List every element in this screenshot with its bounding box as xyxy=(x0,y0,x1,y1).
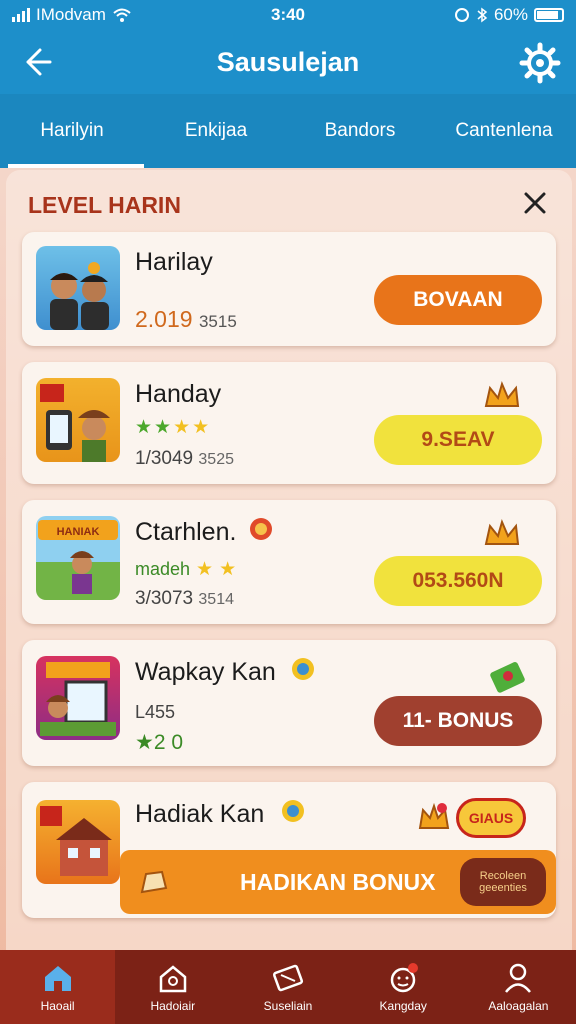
profile-icon xyxy=(505,963,532,993)
tab-harilyin[interactable]: Harilyin xyxy=(0,94,144,168)
star-icon: ★ xyxy=(192,417,210,438)
clock: 3:40 xyxy=(270,5,306,24)
level-card[interactable]: Handay ★ ★ ★ ★ 1/3049 3525 9.SEAV xyxy=(22,362,556,484)
card-rating: ★2 0 xyxy=(135,731,184,754)
nav-label: Aaloagalan xyxy=(488,999,549,1013)
bonus-button[interactable]: 11- BONUS xyxy=(374,696,542,746)
card-extra: 3525 xyxy=(198,451,234,468)
nav-item-kangday[interactable]: Kangday xyxy=(346,950,461,1024)
crown-icon xyxy=(484,381,520,407)
back-arrow-icon[interactable] xyxy=(18,44,54,80)
banner-label: HADIKAN BONUX xyxy=(240,868,436,895)
bell-face-icon xyxy=(390,963,419,993)
character-thumbnail xyxy=(36,246,120,330)
crown-icon xyxy=(484,519,520,545)
card-tag: madeh xyxy=(135,559,191,579)
card-extra: 3515 xyxy=(198,312,237,331)
action-button[interactable]: 053.560N xyxy=(374,556,542,606)
svg-text:HANIAK: HANIAK xyxy=(57,526,100,538)
status-left: IModvam xyxy=(12,5,132,25)
coin-icon xyxy=(250,518,272,540)
character-thumbnail: HANIAK xyxy=(36,516,120,600)
status-right: 60% xyxy=(454,5,564,25)
bottom-nav: Haoail Hadoiair Suseliain Kangday Aaloag… xyxy=(0,950,576,1024)
mini-panel-label: Recoleen geeenties xyxy=(479,870,527,894)
level-card[interactable]: HANIAK Ctarhlen. madeh ★ ★ 3/3073 3514 0… xyxy=(22,500,556,624)
level-card[interactable]: Harilay 2.019 3515 BOVAAN xyxy=(22,232,556,346)
star-icon: ★ xyxy=(196,559,214,580)
card-tag-row: madeh ★ ★ xyxy=(135,558,236,581)
level-card[interactable]: Wapkay Kan L455 ★2 0 11- BONUS xyxy=(22,640,556,766)
page-title: Sausulejan xyxy=(216,46,360,77)
bonus-banner[interactable]: HADIKAN BONUX Recoleen geeenties xyxy=(120,850,556,914)
nav-item-aaloagalan[interactable]: Aaloagalan xyxy=(461,950,576,1024)
character-thumbnail xyxy=(36,656,120,740)
action-button[interactable]: 9.SEAV xyxy=(374,415,542,465)
alarm-icon xyxy=(454,8,469,22)
card-title: Handay xyxy=(135,380,222,408)
card-tag: L455 xyxy=(135,702,176,722)
character-thumbnail xyxy=(36,378,120,462)
app-header: Sausulejan xyxy=(0,30,576,94)
tab-bar: Harilyin Enkijaa Bandors Cantenlena xyxy=(0,94,576,168)
bonus-badge-label: GIAUS xyxy=(468,810,514,826)
nav-item-hadoiair[interactable]: Hadoiair xyxy=(115,950,230,1024)
card-stats: 2.019 3515 xyxy=(135,306,237,333)
crown-heart-icon xyxy=(418,802,450,829)
card-score: 2.019 xyxy=(135,306,193,332)
level-panel: LEVEL HARIN Harilay 2.019 3515 BOVAAN Ha… xyxy=(6,170,572,950)
card-extra: 3514 xyxy=(198,591,234,608)
bluetooth-icon xyxy=(477,7,488,23)
coin-icon xyxy=(282,800,304,822)
star-icon: ★ xyxy=(173,417,191,438)
card-title: Ctarhlen. xyxy=(135,518,237,546)
battery-percent: 60% xyxy=(493,5,528,24)
level-card[interactable]: Hadiak Kan GIAUS HADIKAN BONUX Recoleen … xyxy=(22,782,556,918)
battery-icon xyxy=(534,8,564,22)
signal-icon xyxy=(12,8,30,22)
bonus-badge: GIAUS xyxy=(456,798,526,838)
nav-label: Hadoiair xyxy=(150,999,196,1013)
panel-title: LEVEL HARIN xyxy=(28,192,181,218)
ticket-icon xyxy=(272,964,304,992)
wifi-icon xyxy=(113,8,131,22)
tab-enkijaa[interactable]: Enkijaa xyxy=(144,94,288,168)
star-icon: ★ xyxy=(135,417,153,438)
gear-icon[interactable] xyxy=(518,41,562,85)
tab-bandors[interactable]: Bandors xyxy=(288,94,432,168)
nav-label: Kangday xyxy=(379,999,427,1013)
nav-label: Suseliain xyxy=(263,999,313,1013)
cash-icon xyxy=(490,662,525,693)
card-score: 3/3073 xyxy=(135,588,194,609)
carrier-label: IModvam xyxy=(36,5,106,24)
status-bar: IModvam 3:40 60% xyxy=(0,0,576,30)
star-icon: ★ xyxy=(219,559,237,580)
tab-cantenlena[interactable]: Cantenlena xyxy=(432,94,576,168)
coin-icon xyxy=(292,658,314,680)
card-stats: 3/3073 3514 xyxy=(135,588,234,610)
card-title: Wapkay Kan xyxy=(135,658,276,686)
card-title: Harilay xyxy=(135,248,213,276)
mini-panel[interactable]: Recoleen geeenties xyxy=(460,858,546,906)
home-icon xyxy=(44,966,71,991)
nav-label: Haoail xyxy=(40,999,75,1013)
action-button[interactable]: BOVAAN xyxy=(374,275,542,325)
card-title: Hadiak Kan xyxy=(135,800,265,828)
card-score: 1/3049 xyxy=(135,448,194,469)
close-icon[interactable] xyxy=(520,188,550,218)
nav-item-suseliain[interactable]: Suseliain xyxy=(230,950,345,1024)
star-rating: ★ ★ ★ ★ xyxy=(135,416,209,439)
star-icon: ★ xyxy=(154,417,172,438)
nav-item-haoail[interactable]: Haoail xyxy=(0,950,116,1024)
house-thumbnail xyxy=(36,800,120,884)
card-stats: 1/3049 3525 xyxy=(135,448,234,470)
cookie-icon xyxy=(140,870,168,894)
house-outline-icon xyxy=(159,965,187,993)
